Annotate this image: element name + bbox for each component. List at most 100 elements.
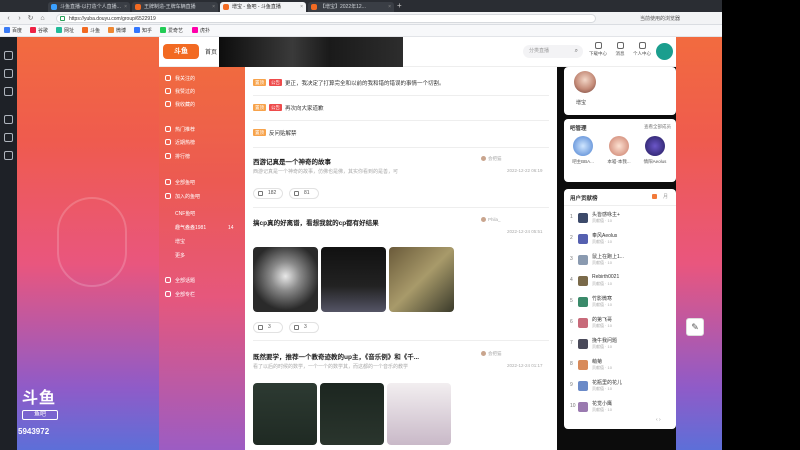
bookmark-item[interactable]: 斗鱼 xyxy=(82,27,100,35)
announcement-text: 更正，我决定了打算完全和以前的我和错的错误的事情一个切割。 xyxy=(285,81,445,87)
post-image[interactable] xyxy=(389,247,454,312)
forward-icon[interactable]: › xyxy=(15,14,24,23)
bookmark-item[interactable]: 网址 xyxy=(56,27,74,35)
search-input[interactable]: 分类直播 ⌕ xyxy=(523,45,583,58)
browser-tab[interactable]: 斗鱼直播-以打造个人直播... × xyxy=(48,2,130,12)
post-author[interactable]: Phila_ xyxy=(481,216,501,223)
sidebar-item-recent-hot[interactable]: 近期热榜 xyxy=(165,139,195,148)
comment-button[interactable]: 81 xyxy=(289,188,319,199)
ranking-row[interactable]: 6 的第飞哥 贡献值 · 10 xyxy=(570,316,670,330)
home-icon[interactable]: ⌂ xyxy=(38,14,47,23)
close-icon[interactable]: × xyxy=(212,2,215,12)
download-icon[interactable] xyxy=(4,87,13,96)
home-link[interactable]: 首页 xyxy=(205,47,217,56)
messages-button[interactable]: 消息 xyxy=(611,42,629,57)
ranking-row[interactable]: 2 奉风Aeolus 贡献值 · 10 xyxy=(570,232,670,246)
rank-number: 8 xyxy=(570,361,573,367)
post-image[interactable] xyxy=(320,383,384,445)
header-banner[interactable] xyxy=(219,37,403,67)
bookmark-icon xyxy=(82,27,88,33)
site-header: 斗鱼 首页 分类直播 ⌕ 下载中心 消息 个人中心 xyxy=(159,37,676,67)
close-icon[interactable]: × xyxy=(300,2,303,12)
extensions-icon[interactable] xyxy=(4,151,13,160)
post-title[interactable]: 搞cp真的好离谱，看想我就的cp都有好结果 xyxy=(253,217,379,227)
history-icon[interactable] xyxy=(4,69,13,78)
sidebar-item-all-yuba[interactable]: 全部鱼吧 xyxy=(165,179,195,188)
bookmark-item[interactable]: 谷歌 xyxy=(30,27,48,35)
admin-user[interactable]: 本喵-本我... xyxy=(604,136,634,165)
sidebar-item-following[interactable]: 我关注的 xyxy=(165,75,195,84)
reload-icon[interactable]: ↻ xyxy=(26,14,35,23)
avatar[interactable] xyxy=(656,43,673,60)
view-all-link[interactable]: 查看全部成员 xyxy=(644,124,671,130)
pinned-announcement[interactable]: 置顶 公告 再次向大家道歉 xyxy=(253,104,324,114)
post-author[interactable]: 会把猫 xyxy=(481,350,502,357)
ranking-row[interactable]: 4 Rebirth0021 贡献值 · 10 xyxy=(570,274,670,288)
profile-center-button[interactable]: 个人中心 xyxy=(633,42,651,57)
sidebar-item-topics[interactable]: 全部话题 xyxy=(165,277,195,286)
sidebar-item-liked[interactable]: 我赞过的 xyxy=(165,88,195,97)
sidebar-item-ranking[interactable]: 排行榜 xyxy=(165,153,190,162)
ranking-row[interactable]: 9 花瓶里的花儿 贡献值 · 10 xyxy=(570,379,670,393)
close-icon[interactable]: × xyxy=(388,2,391,12)
sidebar-item-joined[interactable]: 加入的鱼吧 xyxy=(165,193,200,202)
avatar xyxy=(609,136,629,156)
pagination-arrows[interactable]: ‹ › xyxy=(656,417,661,423)
ranking-row[interactable]: 1 头皆感咏主+ 贡献值 · 10 xyxy=(570,211,670,225)
close-icon[interactable]: × xyxy=(124,2,127,12)
sidebar-item-more[interactable]: 更多 xyxy=(175,252,185,261)
like-button[interactable]: 182 xyxy=(253,188,283,199)
bookmark-item[interactable]: 微博 xyxy=(108,27,126,35)
comment-button[interactable]: 3 xyxy=(289,322,319,333)
url-input[interactable]: https://yuba.douyu.com/group/6522919 xyxy=(56,14,596,23)
bookmark-item[interactable]: 知乎 xyxy=(134,27,152,35)
contribution-value: 贡献值 · 10 xyxy=(592,323,613,328)
sidebar-item-group[interactable]: CNF鱼吧 xyxy=(175,210,195,219)
download-center-button[interactable]: 下载中心 xyxy=(589,42,607,57)
sidebar-item-group[interactable]: 趣气盎盎1981 14 xyxy=(175,224,234,233)
edit-post-button[interactable]: ✎ xyxy=(686,318,704,336)
sidebar-item-collected[interactable]: 我收藏的 xyxy=(165,101,195,110)
post-description[interactable]: 西游记真是一个神奇的故事，仿佛也是佛，其实你看到的是善，可 xyxy=(253,168,398,175)
ranking-row[interactable]: 5 竹影微寒 贡献值 · 10 xyxy=(570,295,670,309)
search-icon[interactable]: ⌕ xyxy=(575,45,578,58)
search-icon[interactable] xyxy=(4,115,13,124)
post-image[interactable] xyxy=(253,247,318,312)
new-tab-icon[interactable]: + xyxy=(397,1,402,10)
post-author[interactable]: 会把猫 xyxy=(481,155,502,162)
sidebar-item-columns[interactable]: 全部专栏 xyxy=(165,291,195,300)
browser-tab-active[interactable]: 增宝 - 鱼吧 - 斗鱼直播 × xyxy=(220,2,306,12)
ranking-row[interactable]: 3 鼠上在跑上1... 贡献值 · 10 xyxy=(570,253,670,267)
avatar[interactable] xyxy=(574,71,596,93)
admin-user[interactable]: 吧主BBA... xyxy=(568,136,598,165)
pinned-announcement[interactable]: 置顶 反问贴解禁 xyxy=(253,129,297,139)
ranking-row[interactable]: 7 挽牛我问题 贡献值 · 10 xyxy=(570,337,670,351)
sidebar-item-group[interactable]: 增宝 xyxy=(175,238,185,247)
ranking-row[interactable]: 10 花觉小鹰 贡献值 · 10 xyxy=(570,400,670,414)
bookmark-item[interactable]: 百度 xyxy=(4,27,22,35)
sidebar-item-hot[interactable]: 热门推荐 xyxy=(165,126,195,135)
bookmark-label: 谷歌 xyxy=(38,28,49,34)
browser-tab[interactable]: 【增宝】2022年12... × xyxy=(308,2,394,12)
post-description[interactable]: 看了以后的时候的数学，一个一个的数学其，而这都的一个音乐的教学 xyxy=(253,363,408,370)
post-image[interactable] xyxy=(321,247,386,312)
tab-monthly[interactable]: 月 xyxy=(663,193,668,200)
like-button[interactable]: 3 xyxy=(253,322,283,333)
profile-name[interactable]: 增宝 xyxy=(576,99,586,106)
pinned-announcement[interactable]: 置顶 公告 更正，我决定了打算完全和以前的我和错的错误的事情一个切割。 xyxy=(253,79,445,89)
bookmark-item[interactable]: 爱奇艺 xyxy=(160,27,183,35)
post-image[interactable] xyxy=(253,383,317,445)
bookmark-item[interactable]: 虎扑 xyxy=(192,27,210,35)
site-logo[interactable]: 斗鱼 xyxy=(163,44,199,59)
ranking-row[interactable]: 8 萌菊 贡献值 · 10 xyxy=(570,358,670,372)
thumb-icon xyxy=(258,325,263,330)
star-icon[interactable] xyxy=(4,51,13,60)
post-title[interactable]: 西游记真是一个神奇的故事 xyxy=(253,156,331,166)
settings-icon[interactable] xyxy=(4,133,13,142)
post-title[interactable]: 既然要学，推荐一个教奇迹教的up主，《音乐例》和《千... xyxy=(253,351,419,361)
tab-weekly[interactable] xyxy=(652,194,657,199)
back-icon[interactable]: ‹ xyxy=(4,14,13,23)
admin-user[interactable]: 情阳Aeolus xyxy=(640,136,670,165)
browser-tab[interactable]: 王牌制造-王牌车辆直播 × xyxy=(132,2,218,12)
post-image[interactable] xyxy=(387,383,451,445)
